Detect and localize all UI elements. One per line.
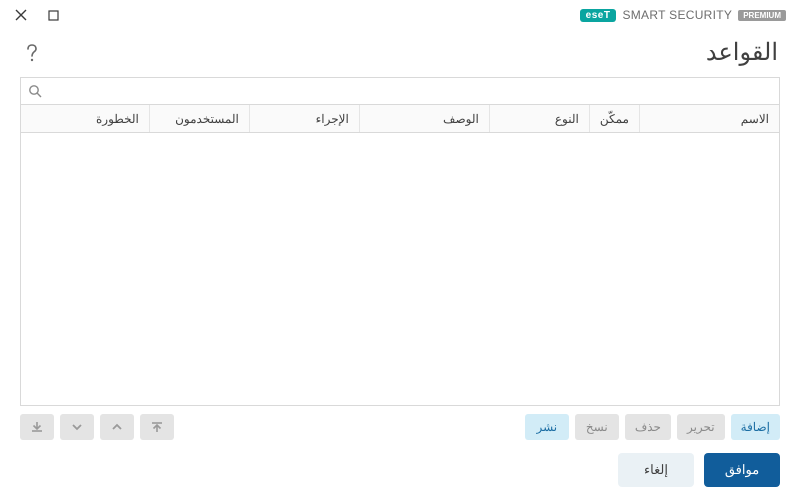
content: الاسم ممكّن النوع الوصف الإجراء المستخدم… [0, 77, 800, 440]
table-header: الاسم ممكّن النوع الوصف الإجراء المستخدم… [21, 105, 779, 133]
col-users[interactable]: المستخدمون [149, 105, 249, 132]
close-icon[interactable] [14, 8, 28, 22]
move-up-button[interactable] [100, 414, 134, 440]
col-action[interactable]: الإجراء [249, 105, 359, 132]
page-title: القواعد [706, 38, 778, 67]
edit-button[interactable]: تحرير [677, 414, 725, 440]
col-severity[interactable]: الخطورة [21, 105, 149, 132]
titlebar: eseT SMART SECURITY PREMIUM [0, 0, 800, 30]
ok-button[interactable]: موافق [704, 453, 780, 487]
copy-button[interactable]: نسخ [575, 414, 619, 440]
brand: eseT SMART SECURITY PREMIUM [580, 8, 792, 22]
action-group-main: إضافة تحرير حذف نسخ نشر [525, 414, 780, 440]
brand-product: SMART SECURITY [622, 8, 732, 22]
search-input[interactable] [49, 78, 773, 104]
cancel-button[interactable]: إلغاء [618, 453, 694, 487]
brand-logo: eseT [580, 9, 617, 22]
window-controls [8, 8, 60, 22]
header: القواعد [0, 30, 800, 77]
maximize-icon[interactable] [46, 8, 60, 22]
move-top-button[interactable] [140, 414, 174, 440]
deploy-button[interactable]: نشر [525, 414, 569, 440]
delete-button[interactable]: حذف [625, 414, 671, 440]
rules-table: الاسم ممكّن النوع الوصف الإجراء المستخدم… [20, 105, 780, 406]
col-description[interactable]: الوصف [359, 105, 489, 132]
table-body [21, 133, 779, 405]
add-button[interactable]: إضافة [731, 414, 780, 440]
action-group-move [20, 414, 174, 440]
search-row [20, 77, 780, 105]
col-type[interactable]: النوع [489, 105, 589, 132]
footer: موافق إلغاء [0, 440, 800, 500]
brand-tier: PREMIUM [738, 10, 786, 21]
search-icon[interactable] [27, 83, 43, 99]
action-bar: إضافة تحرير حذف نسخ نشر [20, 406, 780, 440]
col-enabled[interactable]: ممكّن [589, 105, 639, 132]
help-icon[interactable] [22, 43, 42, 63]
col-name[interactable]: الاسم [639, 105, 779, 132]
move-bottom-button[interactable] [20, 414, 54, 440]
move-down-button[interactable] [60, 414, 94, 440]
